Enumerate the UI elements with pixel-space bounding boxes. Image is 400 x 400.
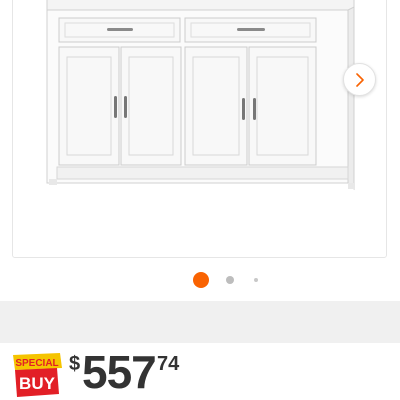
chevron-right-icon — [355, 72, 364, 87]
product-image[interactable] — [13, 0, 387, 258]
special-buy-badge: SPECIAL BUY — [13, 353, 62, 397]
price-currency: $ — [69, 353, 81, 375]
price-cents: 74 — [157, 353, 180, 375]
price-dollars: 557 — [82, 346, 157, 398]
section-divider — [0, 301, 400, 343]
badge-line1: SPECIAL — [15, 358, 58, 369]
product-image-card[interactable] — [12, 0, 387, 258]
carousel-next-button[interactable] — [343, 63, 376, 96]
carousel-dot-active[interactable] — [193, 272, 209, 288]
carousel-dot[interactable] — [254, 278, 258, 282]
badge-line2: BUY — [19, 374, 56, 393]
carousel-dot[interactable] — [226, 276, 234, 284]
